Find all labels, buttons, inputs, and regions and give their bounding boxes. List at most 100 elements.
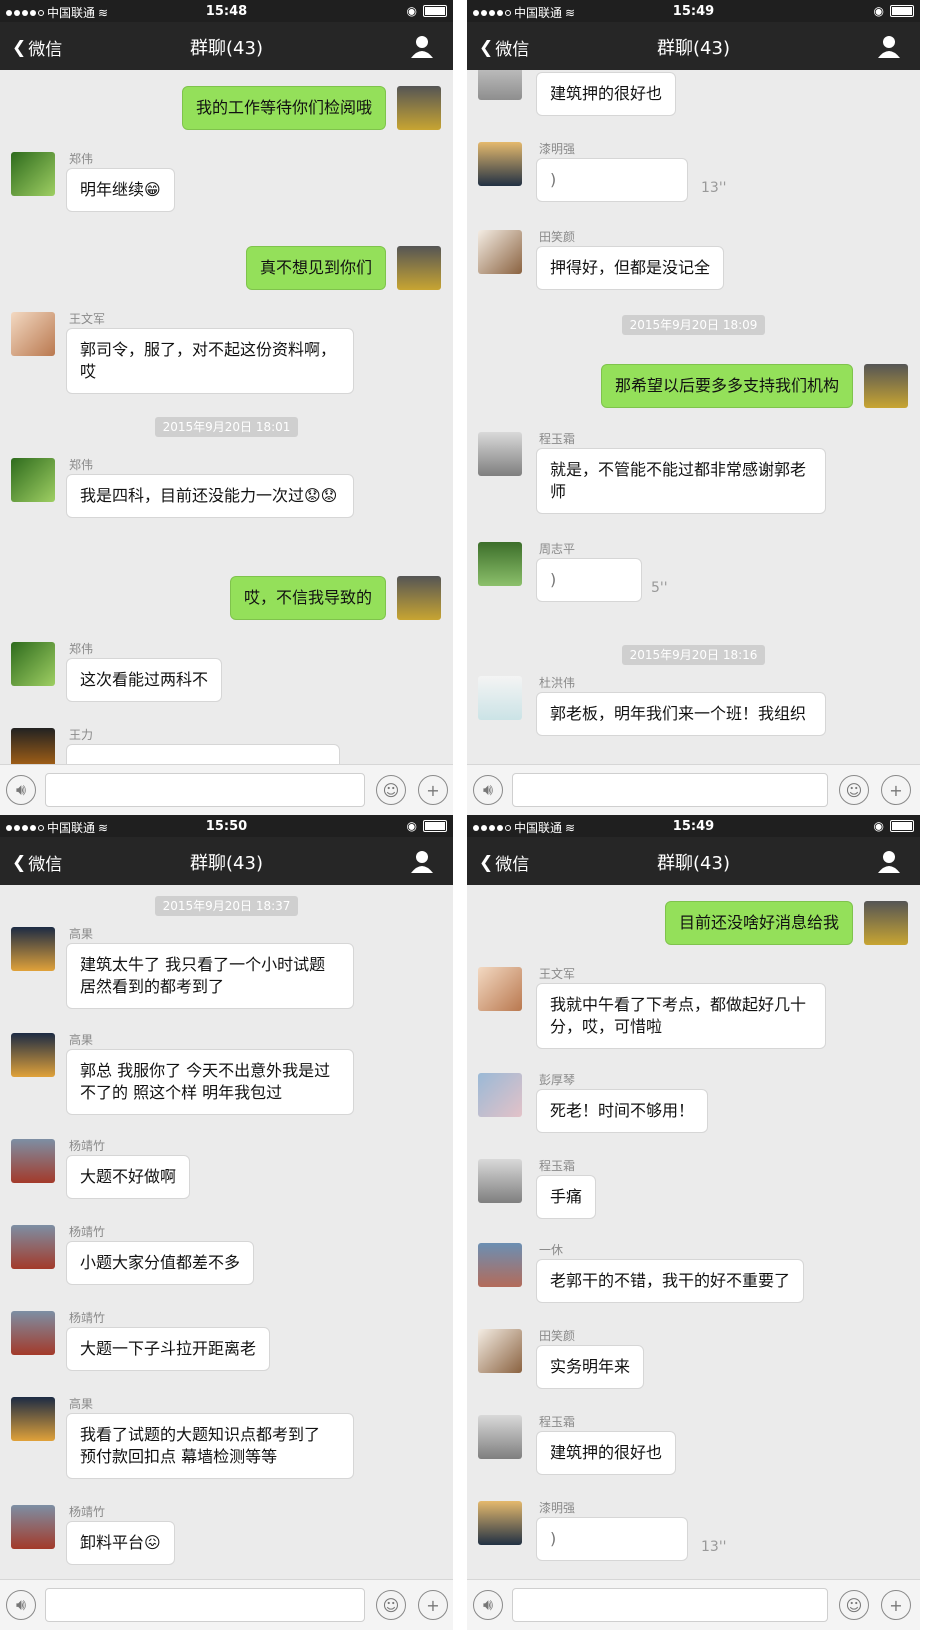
message-bubble[interactable]: 卸料平台😖 [66, 1521, 175, 1565]
message-bubble[interactable]: 真不想见到你们 [245, 246, 386, 290]
avatar[interactable] [478, 967, 522, 1011]
sender-name: 高果 [69, 1397, 94, 1411]
emoji-icon[interactable]: ☺ [376, 775, 406, 805]
message-bubble[interactable]: 那希望以后要多多支持我们机构 [600, 364, 853, 408]
avatar[interactable] [11, 1033, 55, 1077]
message-bubble[interactable]: 手痛 [536, 1175, 597, 1219]
avatar[interactable] [478, 1415, 522, 1459]
message-bubble[interactable]: 我是四科，目前还没能力一次过😟😟 [66, 474, 354, 518]
status-bar: 中国联通 ≋ 15:50 ◉ [0, 815, 453, 837]
emoji-icon[interactable]: ☺ [376, 1590, 406, 1620]
avatar[interactable] [11, 1311, 55, 1355]
avatar[interactable] [11, 642, 55, 686]
avatar[interactable] [11, 728, 55, 765]
voice-mode-icon[interactable]: 🔊︎ [6, 775, 36, 805]
timestamp: 2015年9月20日 18:09 [467, 314, 920, 335]
emoji-icon[interactable]: ☺ [839, 775, 869, 805]
avatar[interactable] [478, 542, 522, 586]
avatar[interactable] [11, 927, 55, 971]
avatar[interactable] [11, 152, 55, 196]
message-bubble[interactable]: 我的工作等待你们检阅哦 [181, 86, 386, 130]
message-bubble[interactable]: 大题不好做啊 [66, 1155, 191, 1199]
message-bubble[interactable]: 实务明年来 [536, 1345, 645, 1389]
message-bubble[interactable]: 我就中午看了下考点，都做起好几十分，哎，可惜啦 [536, 983, 826, 1049]
avatar[interactable] [864, 901, 908, 945]
status-time: 15:48 [205, 4, 248, 19]
message-bubble[interactable]: 老郭干的不错，我干的好不重要了 [536, 1259, 805, 1303]
voice-message[interactable]: ) [536, 558, 642, 602]
message-bubble[interactable]: 死老！时间不够用！ [536, 1089, 709, 1133]
avatar[interactable] [11, 1505, 55, 1549]
message-bubble[interactable]: 郭老板，明年我们来一个班！我组织 [536, 692, 826, 736]
plus-icon[interactable]: + [418, 775, 448, 805]
avatar[interactable] [478, 142, 522, 186]
sender-name: 杨靖竹 [69, 1225, 106, 1239]
input-bar: 🔊︎ ☺ + [467, 764, 920, 815]
avatar[interactable] [478, 432, 522, 476]
message-list: 建筑押的很好也 漆明强 ) 13'' 田笑颜 押得好，但都是没记全 2015年9… [467, 70, 920, 765]
message-list: 2015年9月20日 18:37 高果 建筑太牛了 我只看了一个小时试题 居然看… [0, 885, 453, 1580]
plus-icon[interactable]: + [418, 1590, 448, 1620]
message-bubble[interactable]: 押得好，但都是没记全 [536, 246, 725, 290]
rotation-lock-icon: ◉ [873, 4, 884, 18]
nav-bar: ❮ 微信 群聊(43) [467, 22, 920, 70]
message-input[interactable] [45, 773, 365, 807]
voice-mode-icon[interactable]: 🔊︎ [473, 1590, 503, 1620]
sender-name: 高果 [69, 1033, 94, 1047]
rotation-lock-icon: ◉ [406, 4, 417, 18]
avatar[interactable] [478, 1073, 522, 1117]
sender-name: 高果 [69, 927, 94, 941]
message-bubble[interactable]: 建筑太牛了 我只看了一个小时试题 居然看到的都考到了 [66, 943, 354, 1009]
voice-mode-icon[interactable]: 🔊︎ [473, 775, 503, 805]
chat-title: 群聊(43) [657, 38, 730, 59]
avatar[interactable] [11, 1225, 55, 1269]
avatar[interactable] [11, 458, 55, 502]
message-bubble[interactable]: 建筑押的很好也 [536, 1431, 677, 1475]
avatar[interactable] [478, 1501, 522, 1545]
sender-name: 杜洪伟 [539, 676, 576, 690]
message-bubble[interactable]: 目前还没啥好消息给我 [664, 901, 853, 945]
chat-panel-4: 中国联通 ≋ 15:49 ◉ ❮ 微信 群聊(43) 目前还没啥好消息给我 王文军 … [467, 815, 920, 1630]
sender-name: 程玉霜 [539, 1159, 576, 1173]
avatar[interactable] [397, 86, 441, 130]
message-bubble[interactable]: 就是，不管能不能过都非常感谢郭老师 [536, 448, 826, 514]
message-bubble[interactable]: 小题大家分值都差不多 [66, 1241, 255, 1285]
avatar[interactable] [11, 1397, 55, 1441]
plus-icon[interactable]: + [881, 1590, 911, 1620]
avatar[interactable] [397, 246, 441, 290]
group-members-icon[interactable] [409, 849, 435, 877]
status-time: 15:49 [672, 819, 715, 834]
emoji-icon[interactable]: ☺ [839, 1590, 869, 1620]
sender-name: 杨靖竹 [69, 1311, 106, 1325]
group-members-icon[interactable] [876, 849, 902, 877]
voice-message[interactable]: ) [536, 158, 688, 202]
message-input[interactable] [512, 773, 828, 807]
avatar[interactable] [478, 230, 522, 274]
group-members-icon[interactable] [409, 34, 435, 62]
avatar[interactable] [11, 312, 55, 356]
avatar[interactable] [397, 576, 441, 620]
message-bubble[interactable]: 哎，不信我导致的 [229, 576, 386, 620]
avatar[interactable] [478, 1159, 522, 1203]
message-bubble[interactable]: 郭总 我服你了 今天不出意外我是过不了的 照这个样 明年我包过 [66, 1049, 354, 1115]
message-bubble[interactable]: 建筑押的很好也 [536, 72, 677, 116]
sender-name: 一休 [539, 1243, 564, 1257]
voice-mode-icon[interactable]: 🔊︎ [6, 1590, 36, 1620]
message-bubble[interactable]: 大题一下子斗拉开距离老 [66, 1327, 271, 1371]
avatar[interactable] [11, 1139, 55, 1183]
message-bubble[interactable]: 我看了试题的大题知识点都考到了 预付款回扣点 幕墙检测等等 [66, 1413, 354, 1479]
message-input[interactable] [512, 1588, 828, 1622]
message-input[interactable] [45, 1588, 365, 1622]
message-bubble[interactable]: 明年继续😁 [66, 168, 175, 212]
voice-message[interactable]: ) [536, 1517, 688, 1561]
group-members-icon[interactable] [876, 34, 902, 62]
message-bubble[interactable]: 郭司令，服了，对不起这份资料啊，哎 [66, 328, 354, 394]
avatar[interactable] [478, 1243, 522, 1287]
avatar[interactable] [478, 70, 522, 100]
avatar[interactable] [864, 364, 908, 408]
message-bubble[interactable]: 这次看能过两科不 [66, 658, 223, 702]
avatar[interactable] [478, 676, 522, 720]
message-bubble[interactable] [66, 744, 340, 765]
avatar[interactable] [478, 1329, 522, 1373]
plus-icon[interactable]: + [881, 775, 911, 805]
